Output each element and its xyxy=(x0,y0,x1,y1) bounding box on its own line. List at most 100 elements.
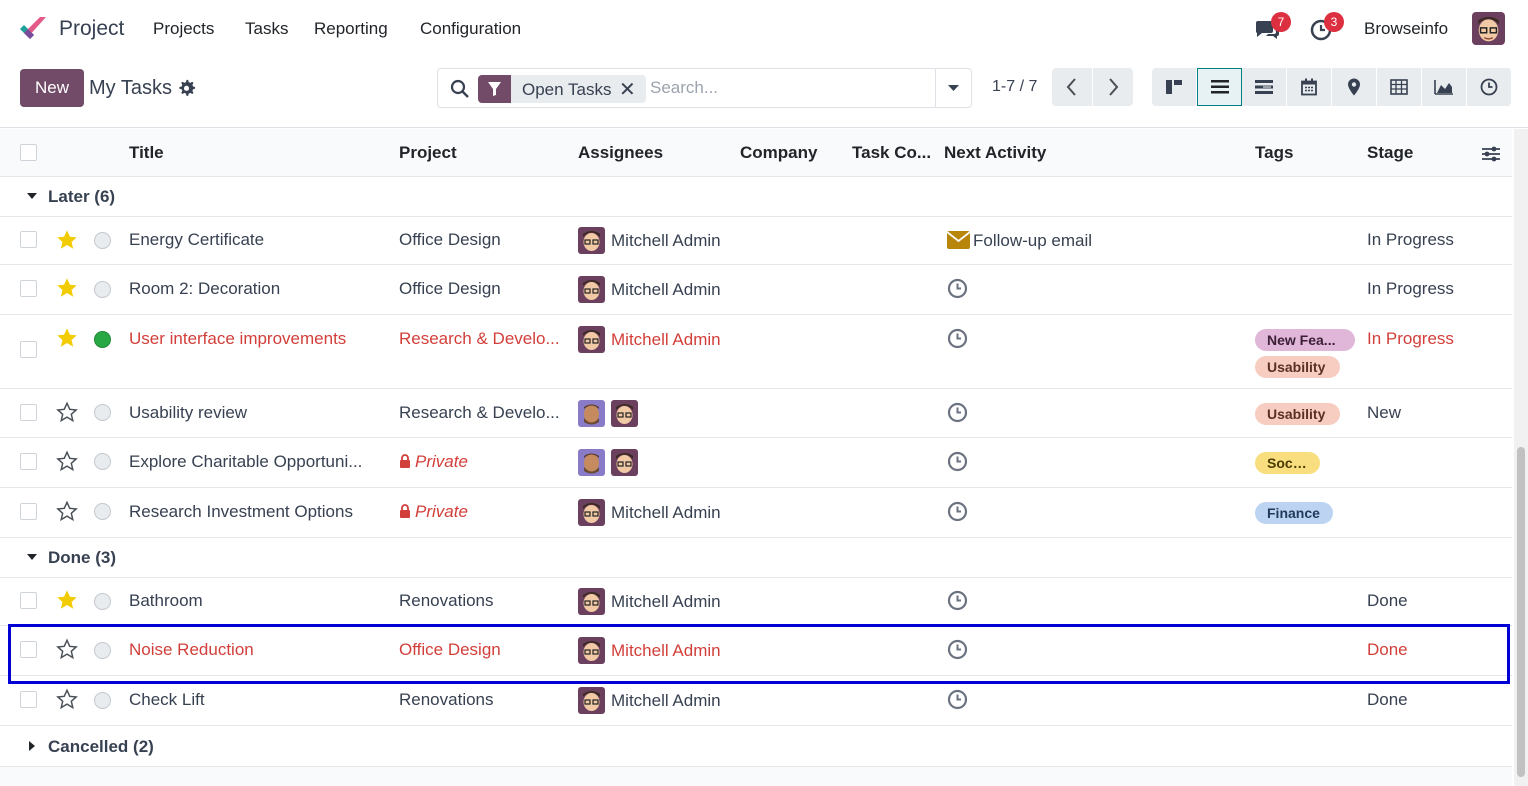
row-checkbox[interactable] xyxy=(20,341,37,358)
clock-icon[interactable] xyxy=(947,639,968,660)
group-header[interactable]: Later (6) xyxy=(0,177,1512,217)
table-row[interactable]: Noise Reduction Office Design Mitchell A… xyxy=(0,626,1512,676)
star-filled-icon[interactable] xyxy=(56,277,78,299)
status-dot[interactable] xyxy=(94,281,111,298)
scrollbar[interactable] xyxy=(1514,129,1528,786)
search-input[interactable] xyxy=(650,78,930,98)
status-dot[interactable] xyxy=(94,232,111,249)
menu-configuration[interactable]: Configuration xyxy=(420,19,521,39)
pager-value[interactable]: 1-7 / 7 xyxy=(992,78,1037,96)
pivot-view-button[interactable] xyxy=(1377,68,1422,106)
star-outline-icon[interactable] xyxy=(56,401,78,423)
task-title[interactable]: Usability review xyxy=(129,403,389,423)
kanban-view-button[interactable] xyxy=(1152,68,1197,106)
app-name[interactable]: Project xyxy=(59,17,124,41)
gear-icon[interactable] xyxy=(178,79,195,96)
task-title[interactable]: Bathroom xyxy=(129,591,389,611)
map-view-button[interactable] xyxy=(1332,68,1377,106)
task-title[interactable]: Noise Reduction xyxy=(129,640,389,660)
menu-reporting[interactable]: Reporting xyxy=(314,19,388,39)
graph-view-button[interactable] xyxy=(1422,68,1467,106)
search-icon[interactable] xyxy=(450,79,470,99)
clock-icon[interactable] xyxy=(947,451,968,472)
pager-next-button[interactable] xyxy=(1093,68,1133,106)
avatar[interactable] xyxy=(611,449,638,476)
table-row[interactable]: Explore Charitable Opportuni... Private … xyxy=(0,438,1512,488)
row-checkbox[interactable] xyxy=(20,280,37,297)
menu-projects[interactable]: Projects xyxy=(153,19,214,39)
status-dot[interactable] xyxy=(94,331,111,348)
clock-icon[interactable] xyxy=(947,689,968,710)
column-task-count[interactable]: Task Co... xyxy=(852,143,931,163)
avatar[interactable] xyxy=(578,588,605,615)
star-filled-icon[interactable] xyxy=(56,229,78,251)
star-outline-icon[interactable] xyxy=(56,688,78,710)
avatar[interactable] xyxy=(578,687,605,714)
task-title[interactable]: Check Lift xyxy=(129,690,389,710)
avatar[interactable] xyxy=(578,276,605,303)
avatar[interactable] xyxy=(578,637,605,664)
star-outline-icon[interactable] xyxy=(56,500,78,522)
clock-icon[interactable] xyxy=(947,501,968,522)
status-dot[interactable] xyxy=(94,453,111,470)
optional-columns-icon[interactable] xyxy=(1482,145,1500,163)
user-avatar[interactable] xyxy=(1472,12,1505,45)
avatar[interactable] xyxy=(578,449,605,476)
status-dot[interactable] xyxy=(94,593,111,610)
status-dot[interactable] xyxy=(94,503,111,520)
task-title[interactable]: Research Investment Options xyxy=(129,502,389,522)
column-title[interactable]: Title xyxy=(129,143,164,163)
star-outline-icon[interactable] xyxy=(56,638,78,660)
column-next-activity[interactable]: Next Activity xyxy=(944,143,1046,163)
column-company[interactable]: Company xyxy=(740,143,817,163)
row-checkbox[interactable] xyxy=(20,231,37,248)
task-title[interactable]: Room 2: Decoration xyxy=(129,279,389,299)
avatar[interactable] xyxy=(578,326,605,353)
user-name[interactable]: Browseinfo xyxy=(1364,19,1448,39)
table-row[interactable]: User interface improvements Research & D… xyxy=(0,315,1512,389)
clock-icon[interactable] xyxy=(947,590,968,611)
group-header[interactable]: Done (3) xyxy=(0,538,1512,578)
column-project[interactable]: Project xyxy=(399,143,457,163)
row-checkbox[interactable] xyxy=(20,404,37,421)
status-dot[interactable] xyxy=(94,404,111,421)
clock-icon[interactable] xyxy=(947,402,968,423)
gantt-view-button[interactable] xyxy=(1242,68,1287,106)
task-title[interactable]: Energy Certificate xyxy=(129,230,389,250)
table-row[interactable]: Usability review Research & Develo... Us… xyxy=(0,389,1512,438)
column-assignees[interactable]: Assignees xyxy=(578,143,663,163)
menu-tasks[interactable]: Tasks xyxy=(245,19,288,39)
row-checkbox[interactable] xyxy=(20,641,37,658)
star-outline-icon[interactable] xyxy=(56,450,78,472)
column-tags[interactable]: Tags xyxy=(1255,143,1293,163)
task-title[interactable]: User interface improvements xyxy=(129,329,389,349)
star-filled-icon[interactable] xyxy=(56,327,78,349)
table-row[interactable]: Check Lift Renovations Mitchell Admin Do… xyxy=(0,676,1512,726)
avatar[interactable] xyxy=(611,400,638,427)
clock-icon[interactable] xyxy=(947,328,968,349)
row-checkbox[interactable] xyxy=(20,592,37,609)
table-row[interactable]: Research Investment Options Private Mitc… xyxy=(0,488,1512,538)
avatar[interactable] xyxy=(578,499,605,526)
status-dot[interactable] xyxy=(94,642,111,659)
status-dot[interactable] xyxy=(94,692,111,709)
avatar[interactable] xyxy=(578,400,605,427)
clock-icon[interactable] xyxy=(947,278,968,299)
table-row[interactable]: Bathroom Renovations Mitchell Admin Done xyxy=(0,578,1512,626)
select-all-checkbox[interactable] xyxy=(20,144,37,161)
row-checkbox[interactable] xyxy=(20,691,37,708)
activity-view-button[interactable] xyxy=(1467,68,1512,106)
remove-facet-icon[interactable]: ✕ xyxy=(619,77,636,102)
row-checkbox[interactable] xyxy=(20,453,37,470)
new-button[interactable]: New xyxy=(20,69,84,107)
table-row[interactable]: Energy Certificate Office Design Mitchel… xyxy=(0,217,1512,265)
search-options-toggle[interactable] xyxy=(935,69,971,107)
scrollbar-thumb[interactable] xyxy=(1517,447,1525,777)
column-stage[interactable]: Stage xyxy=(1367,143,1413,163)
envelope-icon[interactable] xyxy=(947,231,970,249)
calendar-view-button[interactable] xyxy=(1287,68,1332,106)
group-header[interactable]: Cancelled (2) xyxy=(0,726,1512,767)
task-title[interactable]: Explore Charitable Opportuni... xyxy=(129,452,385,472)
pager-previous-button[interactable] xyxy=(1052,68,1092,106)
activity-summary[interactable]: Follow-up email xyxy=(973,231,1092,251)
